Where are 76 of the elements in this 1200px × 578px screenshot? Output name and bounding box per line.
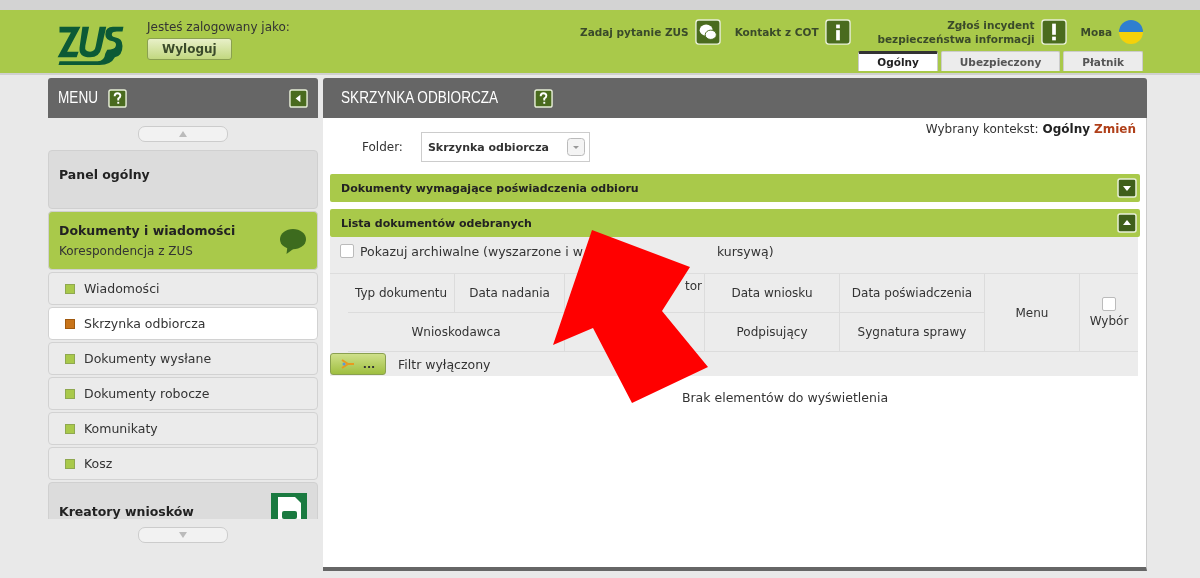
bullet-icon — [65, 423, 75, 434]
checkbox-label: Pokazuj archiwalne (wyszarzone i w — [360, 243, 583, 259]
bullet-icon — [65, 388, 75, 399]
login-status-text: Jesteś zalogowany jako: — [147, 20, 290, 34]
header-link[interactable]: Kontakt z COT — [734, 26, 819, 38]
bullet-icon — [65, 283, 75, 294]
column-header[interactable]: tor — [685, 279, 702, 293]
menu-item[interactable]: Wiadomości — [48, 272, 318, 305]
column-header[interactable]: Wnioskodawca — [411, 325, 501, 339]
change-link[interactable]: Zmień — [1094, 122, 1136, 136]
column-header[interactable]: Wybór — [1089, 314, 1129, 328]
bullet-icon — [65, 353, 75, 364]
column-header[interactable]: Data poświadczenia — [851, 286, 973, 300]
menu-section[interactable]: Dokumenty i wiadomości Korespondencja z ZUS — [48, 211, 318, 270]
filter-status: Filtr wyłączony — [398, 356, 491, 372]
menu-section-title: Panel ogólny — [59, 167, 150, 182]
column-header[interactable]: Sygnatura sprawy — [857, 325, 967, 339]
menu-item[interactable]: Kosz — [48, 447, 318, 480]
menu-item[interactable]: Dokumenty wysłane — [48, 342, 318, 375]
help-icon[interactable] — [533, 88, 553, 108]
checkbox-label: kursywą) — [716, 243, 774, 259]
content-title: SKRZYNKA ODBIORCZA — [341, 89, 499, 107]
column-header[interactable]: Data wniosku — [731, 286, 813, 300]
context-tab[interactable]: Ubezpieczony — [940, 51, 1061, 71]
language-link[interactable]: Мова — [1080, 26, 1112, 38]
menu-item-label: Skrzynka odbiorcza — [84, 316, 206, 331]
exclamation-icon[interactable] — [1040, 19, 1067, 45]
logout-button[interactable]: Wyloguj — [147, 38, 232, 60]
context-tab[interactable]: Ogólny — [858, 51, 938, 71]
section-bar[interactable]: Dokumenty wymagające poświadczenia odbioru — [330, 174, 1140, 202]
section-bar[interactable]: Lista dokumentów odebranych — [330, 209, 1140, 237]
bullet-icon — [65, 458, 75, 469]
help-icon[interactable] — [108, 88, 128, 108]
caret-up-icon — [179, 131, 187, 137]
folder-label: Folder: — [362, 140, 403, 154]
info-icon[interactable] — [824, 19, 851, 45]
menu-item-label: Wiadomości — [84, 281, 160, 296]
context-value: Ogólny — [1042, 122, 1090, 136]
column-header[interactable]: Typ dokumentu — [354, 286, 448, 300]
section-title: Lista dokumentów odebranych — [341, 216, 532, 230]
document-icon — [271, 493, 307, 519]
empty-message: Brak elementów do wyświetlenia — [681, 390, 889, 405]
speech-bubble-icon — [279, 227, 307, 254]
filter-button[interactable]: ... — [330, 353, 386, 375]
menu-item-label: Komunikaty — [84, 421, 158, 436]
header-link[interactable]: Zgłoś incydent bezpieczeństwa informacji — [864, 18, 1035, 46]
header-link[interactable]: Zadaj pytanie ZUS — [580, 26, 689, 38]
menu-section-subtitle: Korespondencja z ZUS — [59, 244, 194, 258]
collapse-left-icon[interactable] — [289, 88, 308, 108]
menu-item[interactable]: Skrzynka odbiorcza — [48, 307, 318, 340]
menu-section-title: Dokumenty i wiadomości — [59, 223, 236, 238]
menu-section-title: Kreatory wniosków — [59, 504, 194, 519]
bullet-icon — [65, 318, 75, 329]
collapse-icon[interactable] — [1117, 213, 1137, 233]
section-title: Dokumenty wymagające poświadczenia odbioru — [341, 181, 639, 195]
column-header[interactable]: Podpisujący — [736, 325, 808, 339]
column-header[interactable]: Menu — [1015, 305, 1049, 320]
checkbox[interactable] — [340, 244, 354, 258]
menu-section[interactable]: Kreatory wniosków — [48, 482, 318, 519]
menu-item[interactable]: Komunikaty — [48, 412, 318, 445]
caret-down-icon — [179, 532, 187, 538]
column-header[interactable]: Data nadania — [469, 286, 550, 300]
flag-icon[interactable] — [1118, 19, 1144, 45]
menu-item-label: Kosz — [84, 456, 113, 471]
menu-item-label: Dokumenty robocze — [84, 386, 210, 401]
select-all-checkbox[interactable] — [1102, 297, 1116, 311]
folder-dropdown[interactable]: Skrzynka odbiorcza — [420, 132, 590, 162]
filter-icon — [340, 358, 355, 370]
menu-section[interactable]: Panel ogólny — [48, 150, 318, 209]
menu-item-label: Dokumenty wysłane — [84, 351, 212, 366]
context-tab[interactable]: Płatnik — [1063, 51, 1143, 71]
chat-bubbles-icon[interactable] — [694, 19, 721, 45]
context-label: Wybrany kontekst: — [925, 122, 1039, 136]
menu-item[interactable]: Dokumenty robocze — [48, 377, 318, 410]
expand-icon[interactable] — [1117, 178, 1137, 198]
menu-title: MENU — [58, 89, 99, 107]
